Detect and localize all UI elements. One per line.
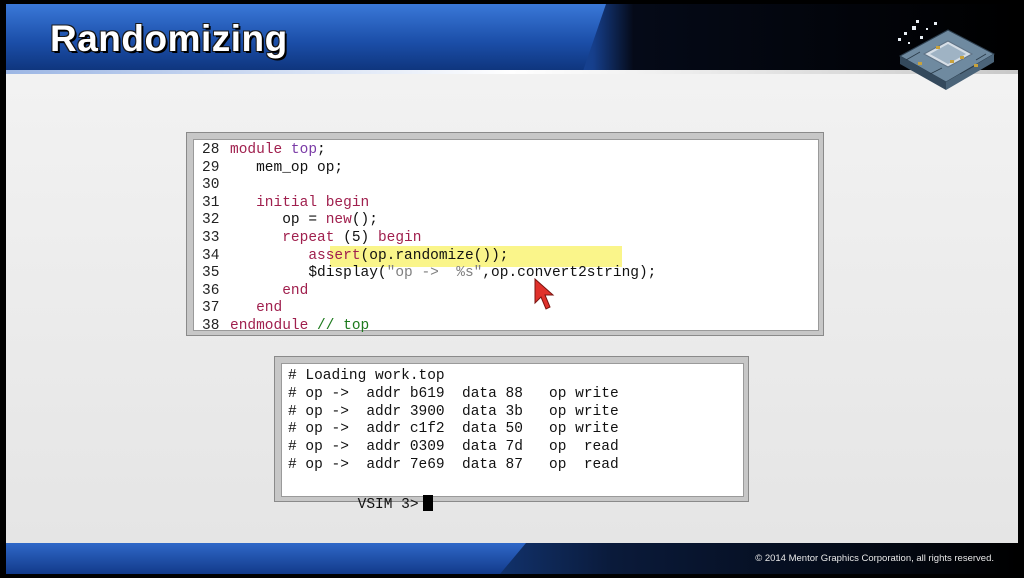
code-line: 38 endmodule // top bbox=[194, 318, 369, 336]
code-token: module bbox=[230, 142, 291, 158]
line-number: 34 bbox=[202, 247, 220, 264]
console-output[interactable]: # Loading work.top # op -> addr b619 data… bbox=[281, 363, 744, 513]
console-line: # op -> addr 3900 data 3b op write bbox=[288, 403, 619, 420]
code-token: op = bbox=[230, 212, 326, 229]
code-token: ; bbox=[317, 142, 326, 158]
console-line: # op -> addr 7e69 data 87 op read bbox=[288, 457, 619, 473]
console-line: # op -> addr b619 data 88 op write bbox=[288, 385, 619, 402]
code-line: 32 op = new(); bbox=[194, 212, 378, 230]
console-line: # Loading work.top bbox=[288, 368, 445, 384]
code-token: $display( bbox=[230, 265, 387, 282]
code-line: 30 bbox=[194, 177, 230, 195]
code-token: end bbox=[230, 282, 309, 299]
code-token: "op -> %s" bbox=[386, 265, 483, 282]
code-token: new bbox=[325, 212, 352, 229]
console-line: # op -> addr c1f2 data 50 op write bbox=[288, 421, 619, 438]
code-line: 34 assert(op.randomize()); bbox=[194, 248, 508, 266]
code-line: 33 repeat (5) begin bbox=[194, 230, 421, 248]
line-number: 36 bbox=[202, 282, 220, 299]
code-token: ,op.convert2string); bbox=[482, 265, 657, 282]
slide-footer: © 2014 Mentor Graphics Corporation, all … bbox=[6, 543, 1018, 574]
code-panel: 28 module top; 29 mem_op op; 30 31 initial b… bbox=[186, 132, 824, 336]
code-line: 37 end bbox=[194, 300, 282, 318]
code-editor: 28 module top; 29 mem_op op; 30 31 initial b… bbox=[193, 139, 819, 334]
code-token: mem_op op; bbox=[230, 159, 344, 176]
code-token: endmodule bbox=[230, 318, 309, 334]
text-cursor bbox=[422, 494, 433, 511]
console-prompt-line[interactable]: VSIM 3> bbox=[288, 477, 433, 513]
line-number: 38 bbox=[202, 318, 220, 334]
code-token: // top bbox=[308, 318, 370, 334]
chip-circuit-logo-icon bbox=[898, 20, 996, 90]
line-number: 33 bbox=[202, 230, 220, 246]
slide: Randomizing 28 module top; 29 mem_op op; 30… bbox=[6, 4, 1018, 574]
code-token: (5) bbox=[334, 230, 378, 246]
console-prompt: VSIM 3> bbox=[357, 496, 419, 513]
line-number: 37 bbox=[202, 300, 220, 317]
line-number: 32 bbox=[202, 212, 220, 229]
line-number: 28 bbox=[202, 142, 220, 158]
console-panel: # Loading work.top # op -> addr b619 data… bbox=[274, 356, 749, 513]
code-token: top bbox=[290, 142, 318, 158]
mouse-pointer-icon bbox=[534, 277, 555, 310]
slide-title: Randomizing bbox=[50, 18, 288, 59]
code-token: (op.randomize()); bbox=[360, 247, 509, 264]
code-line: 31 initial begin bbox=[194, 195, 369, 213]
code-line: 29 mem_op op; bbox=[194, 160, 343, 178]
code-token: begin bbox=[377, 230, 422, 246]
line-number: 30 bbox=[202, 177, 220, 194]
line-number: 35 bbox=[202, 265, 220, 282]
copyright-text: © 2014 Mentor Graphics Corporation, all … bbox=[755, 553, 994, 564]
slide-header: Randomizing bbox=[6, 4, 1018, 74]
code-token: repeat bbox=[230, 230, 335, 246]
code-token: assert bbox=[308, 247, 361, 264]
code-line: 28 module top; bbox=[194, 142, 326, 160]
line-number: 29 bbox=[202, 159, 220, 176]
code-line: 35 $display("op -> %s",op.convert2string… bbox=[194, 265, 656, 283]
code-token: end bbox=[230, 300, 283, 317]
line-number: 31 bbox=[202, 194, 220, 211]
header-underline bbox=[6, 70, 1018, 74]
code-token: initial begin bbox=[230, 194, 370, 211]
console-line: # op -> addr 0309 data 7d op read bbox=[288, 439, 619, 456]
code-token: (); bbox=[351, 212, 378, 229]
code-line: 36 end bbox=[194, 283, 308, 301]
footer-band bbox=[6, 543, 526, 574]
